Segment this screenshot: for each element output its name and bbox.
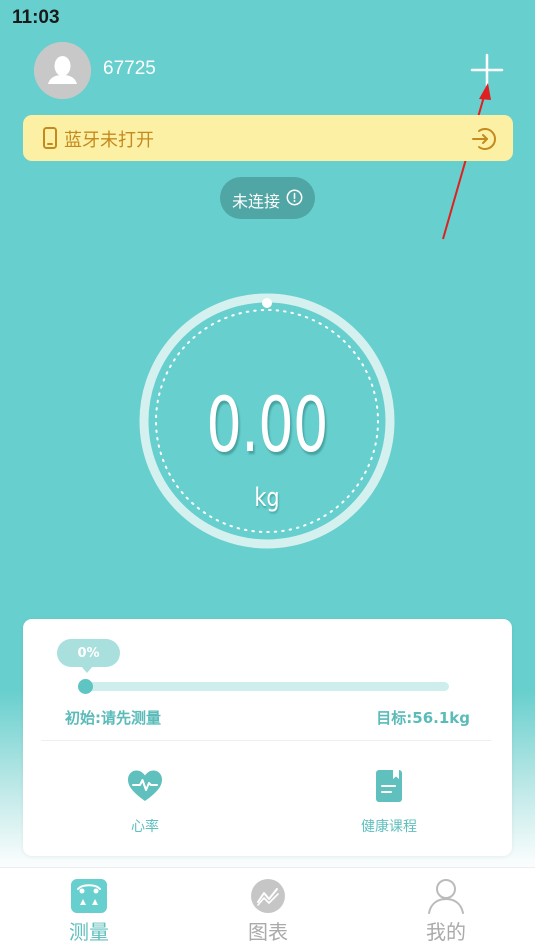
scale-icon: [71, 879, 107, 913]
gauge-indicator-dot: [262, 298, 272, 308]
username: 67725: [103, 58, 156, 79]
progress-knob: [78, 679, 93, 694]
tab-profile-label: 我的: [426, 920, 466, 944]
course-book-icon: [376, 770, 402, 802]
chart-icon: [251, 879, 285, 913]
target-weight-label: 目标:56.1kg: [376, 709, 470, 727]
progress-card: 0% 初始:请先测量 目标:56.1kg 心率 健康课程: [23, 619, 512, 856]
health-course-button[interactable]: 健康课程: [329, 769, 449, 845]
status-bar-time: 11:03: [12, 7, 60, 28]
connection-status-text: 未连接: [232, 192, 281, 211]
card-divider: [41, 740, 491, 741]
bluetooth-off-banner[interactable]: 蓝牙未打开: [23, 115, 513, 161]
progress-track: [81, 682, 449, 691]
tab-measure[interactable]: 测量: [49, 878, 129, 950]
enter-settings-icon[interactable]: [471, 126, 497, 156]
health-course-label: 健康课程: [361, 819, 417, 835]
profile-icon: [428, 879, 464, 914]
heart-rate-icon: [128, 770, 162, 801]
tab-chart-label: 图表: [248, 920, 288, 944]
info-icon: [286, 189, 303, 210]
user-avatar-icon[interactable]: [34, 42, 91, 99]
tab-measure-label: 测量: [69, 920, 109, 944]
heart-rate-button[interactable]: 心率: [85, 769, 205, 845]
bottom-tab-bar: 测量 图表 我的: [0, 867, 535, 951]
weight-value: 0.00: [206, 380, 328, 469]
start-weight-label: 初始:请先测量: [65, 709, 161, 727]
phone-icon: [43, 127, 57, 153]
heart-rate-label: 心率: [131, 819, 159, 835]
bluetooth-status-text: 蓝牙未打开: [64, 130, 154, 151]
progress-percent: 0%: [77, 646, 100, 661]
connection-status-pill[interactable]: 未连接: [220, 177, 315, 219]
tab-chart[interactable]: 图表: [228, 878, 308, 950]
tab-profile[interactable]: 我的: [406, 878, 486, 950]
weight-unit: kg: [254, 483, 280, 513]
